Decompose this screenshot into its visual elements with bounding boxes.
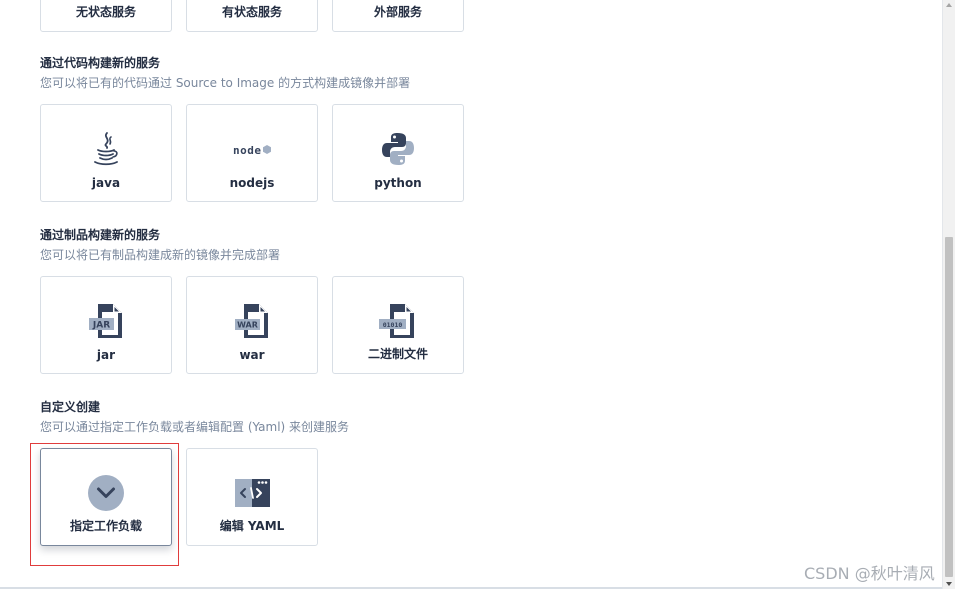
war-badge: WAR — [237, 321, 258, 330]
edit-yaml-card[interactable]: 编辑 YAML — [186, 448, 318, 546]
code-editor-icon — [235, 479, 270, 507]
binary-file-icon: 01010 — [379, 304, 414, 338]
python-icon — [382, 133, 414, 165]
create-service-panel: 无状态服务 有状态服务 外部服务 通过代码构建新的服务 您可以将已有的代码通过 … — [0, 0, 942, 589]
card-label: java — [91, 176, 121, 190]
python-card[interactable]: python — [332, 104, 464, 202]
jar-card[interactable]: JAR jar — [40, 276, 172, 374]
scroll-up-arrow-icon[interactable] — [946, 3, 952, 7]
binary-file-card[interactable]: 01010 二进制文件 — [332, 276, 464, 374]
scrollbar-thumb[interactable] — [945, 237, 953, 577]
java-icon — [94, 132, 118, 166]
card-label: 指定工作负载 — [69, 519, 142, 533]
card-label: 二进制文件 — [367, 347, 428, 361]
nodejs-logo-text: node — [233, 144, 262, 157]
jar-badge: JAR — [92, 321, 110, 331]
nodejs-card[interactable]: node nodejs — [186, 104, 318, 202]
nodejs-icon: node — [233, 144, 271, 157]
external-service-card[interactable]: 外部服务 — [332, 0, 464, 32]
stateful-service-card[interactable]: 有状态服务 — [186, 0, 318, 32]
card-label: 外部服务 — [373, 5, 422, 19]
code-section-title: 通过代码构建新的服务 — [40, 56, 161, 70]
custom-section-description: 您可以通过指定工作负载或者编辑配置 (Yaml) 来创建服务 — [40, 420, 350, 434]
war-card[interactable]: WAR war — [186, 276, 318, 374]
artifact-section-description: 您可以将已有制品构建成新的镜像并完成部署 — [40, 248, 281, 262]
artifact-section-title: 通过制品构建新的服务 — [40, 228, 161, 242]
war-file-icon: WAR — [235, 304, 268, 338]
card-label: 编辑 YAML — [219, 519, 285, 533]
custom-section-title: 自定义创建 — [40, 400, 101, 414]
watermark-text: CSDN @秋叶清风 — [804, 564, 935, 583]
code-section-description: 您可以将已有的代码通过 Source to Image 的方式构建成镜像并部署 — [40, 76, 411, 90]
jar-file-icon: JAR — [89, 304, 122, 338]
binary-badge: 01010 — [383, 321, 403, 329]
chevron-down-circle-icon — [88, 475, 124, 511]
card-label: nodejs — [229, 176, 275, 190]
vertical-scrollbar[interactable] — [942, 0, 955, 589]
page: 无状态服务 有状态服务 外部服务 通过代码构建新的服务 您可以将已有的代码通过 … — [0, 0, 955, 589]
scroll-down-arrow-icon[interactable] — [946, 582, 952, 586]
stateless-service-card[interactable]: 无状态服务 — [40, 0, 172, 32]
card-label: 无状态服务 — [75, 5, 136, 19]
java-card[interactable]: java — [40, 104, 172, 202]
card-label: 有状态服务 — [221, 5, 282, 19]
card-label: jar — [96, 348, 116, 362]
card-label: war — [239, 348, 265, 362]
card-label: python — [374, 176, 422, 190]
specify-workload-card[interactable]: 指定工作负载 — [40, 448, 172, 546]
